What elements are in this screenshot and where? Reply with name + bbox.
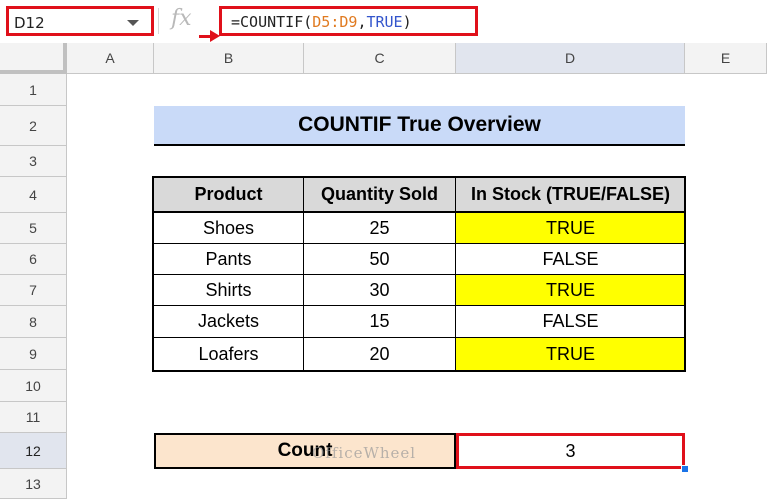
cell-quantity-sold[interactable]: 50 bbox=[304, 244, 456, 275]
row-header-7[interactable]: 7 bbox=[0, 275, 67, 306]
fx-icon: fx bbox=[171, 6, 192, 31]
cell-product[interactable]: Pants bbox=[154, 244, 304, 275]
row-header-10[interactable]: 10 bbox=[0, 370, 67, 402]
select-all-corner[interactable] bbox=[0, 43, 67, 74]
row-header-4[interactable]: 4 bbox=[0, 177, 67, 213]
cell-in-stock[interactable]: FALSE bbox=[456, 306, 685, 338]
cell-quantity-sold[interactable]: 30 bbox=[304, 275, 456, 306]
cell-quantity-sold[interactable]: 15 bbox=[304, 306, 456, 338]
column-header-c[interactable]: C bbox=[304, 43, 456, 74]
row-header-6[interactable]: 6 bbox=[0, 244, 67, 275]
cell-quantity-sold[interactable]: 20 bbox=[304, 338, 456, 370]
column-header-b[interactable]: B bbox=[154, 43, 304, 74]
cell-product[interactable]: Jackets bbox=[154, 306, 304, 338]
cell-in-stock[interactable]: FALSE bbox=[456, 244, 685, 275]
column-header-a[interactable]: A bbox=[67, 43, 154, 74]
name-box-value: D12 bbox=[14, 14, 45, 32]
header-in-stock[interactable]: In Stock (TRUE/FALSE) bbox=[456, 177, 685, 213]
row-header-9[interactable]: 9 bbox=[0, 338, 67, 370]
formula-range: D5:D9 bbox=[312, 13, 358, 31]
cell-product[interactable]: Loafers bbox=[154, 338, 304, 370]
watermark: OfficeWheel bbox=[312, 444, 417, 462]
row-header-3[interactable]: 3 bbox=[0, 146, 67, 177]
count-value-cell[interactable]: 3 bbox=[456, 433, 685, 469]
column-header-d[interactable]: D bbox=[456, 43, 685, 74]
formula-criterion: TRUE bbox=[366, 13, 403, 31]
formula-prefix: =COUNTIF( bbox=[231, 13, 313, 31]
cell-in-stock[interactable]: TRUE bbox=[456, 338, 685, 370]
sheet-title[interactable]: COUNTIF True Overview bbox=[154, 106, 685, 146]
row-header-2[interactable]: 2 bbox=[0, 106, 67, 146]
divider bbox=[158, 8, 159, 34]
column-header-e[interactable]: E bbox=[685, 43, 767, 74]
cell-in-stock[interactable]: TRUE bbox=[456, 213, 685, 244]
row-header-5[interactable]: 5 bbox=[0, 213, 67, 244]
row-header-13[interactable]: 13 bbox=[0, 469, 67, 499]
chevron-down-icon[interactable] bbox=[127, 20, 139, 26]
header-product[interactable]: Product bbox=[154, 177, 304, 213]
header-quantity-sold[interactable]: Quantity Sold bbox=[304, 177, 456, 213]
row-header-1[interactable]: 1 bbox=[0, 74, 67, 106]
fill-handle[interactable] bbox=[681, 465, 689, 473]
formula-bar: D12 fx =COUNTIF(D5:D9,TRUE) bbox=[0, 0, 767, 44]
formula-input[interactable]: =COUNTIF(D5:D9,TRUE) bbox=[219, 6, 478, 36]
cell-product[interactable]: Shoes bbox=[154, 213, 304, 244]
row-header-12[interactable]: 12 bbox=[0, 433, 67, 469]
formula-suffix: ) bbox=[402, 13, 412, 31]
row-header-11[interactable]: 11 bbox=[0, 402, 67, 433]
row-header-8[interactable]: 8 bbox=[0, 306, 67, 338]
name-box[interactable]: D12 bbox=[6, 6, 154, 36]
cell-product[interactable]: Shirts bbox=[154, 275, 304, 306]
cell-quantity-sold[interactable]: 25 bbox=[304, 213, 456, 244]
cell-in-stock[interactable]: TRUE bbox=[456, 275, 685, 306]
